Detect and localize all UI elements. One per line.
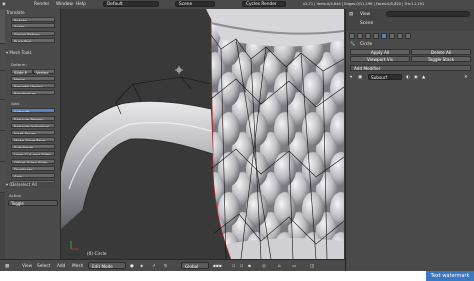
modifier-close-icon[interactable]: ✕ xyxy=(464,75,468,80)
layer-icon[interactable]: ▪▪▪ xyxy=(213,264,222,269)
outliner-scene-item[interactable]: Scene xyxy=(360,21,373,26)
scene-props-icon[interactable] xyxy=(357,33,363,39)
3d-viewport[interactable]: Right Ortho xyxy=(61,9,344,259)
menu-mesh[interactable]: Mesh xyxy=(72,264,83,269)
menu-help[interactable]: Help xyxy=(76,2,86,7)
active-object-label: (0) Circle xyxy=(87,252,107,257)
mesh-render xyxy=(61,9,344,259)
render-icon[interactable]: ◫ xyxy=(310,264,314,269)
mesh-tools-label: Mesh Tools xyxy=(9,50,32,55)
menu-add[interactable]: Add xyxy=(57,264,65,269)
push-pull-button[interactable]: Push/Pull xyxy=(11,38,55,43)
extrude-region-button[interactable]: Extrude Region xyxy=(11,116,55,121)
scene-stats: v2.71 | Verts:0/4,844 | Edges:0/11,196 |… xyxy=(303,2,425,6)
3d-view-header: ▦ View Select Add Mesh Edit Mode ● ◈ ↗ ↻… xyxy=(0,259,345,271)
tool-shelf: Translate Rotate Scale Shrink/Fatten Pus… xyxy=(5,9,61,265)
world-props-icon[interactable] xyxy=(365,33,371,39)
duplicate-button[interactable]: Duplicate xyxy=(11,166,55,171)
make-edge-face-button[interactable]: Make Edge/Face xyxy=(11,137,55,142)
last-operator-label: (De)select All xyxy=(9,182,37,187)
transform-label: Translate xyxy=(6,10,25,15)
last-operator-header[interactable]: ▾ (De)select All xyxy=(6,182,58,188)
modifier-name-field[interactable]: Subsurf xyxy=(368,74,402,80)
blender-icon[interactable]: ◉ xyxy=(2,2,6,7)
text-watermark: Text watermark xyxy=(426,271,474,281)
object-name-label: Circle xyxy=(360,42,373,47)
mesh-tools-header[interactable]: ▾ Mesh Tools xyxy=(6,50,58,56)
manipulator-icon[interactable]: ↗ xyxy=(152,264,156,269)
action-label: Action xyxy=(9,193,22,198)
menu-render[interactable]: Render xyxy=(34,2,49,7)
outliner-type-icon[interactable]: ▤ xyxy=(349,12,353,17)
menu-window[interactable]: Window xyxy=(56,2,73,7)
vertex-select-icon[interactable]: ▫ xyxy=(232,264,235,269)
snap-icon[interactable]: ⌂ xyxy=(278,264,281,269)
deform-label: Deform: xyxy=(11,62,27,67)
editor-type-icon[interactable]: ▦ xyxy=(5,264,9,269)
smooth-vertex-button[interactable]: Smooth Vertex xyxy=(11,83,55,88)
action-select[interactable]: Toggle xyxy=(8,200,58,206)
slide-vertex-button[interactable]: Vertex xyxy=(33,69,55,75)
outliner-view-menu[interactable]: View xyxy=(360,12,370,17)
modifier-collapse-icon[interactable]: ▾ xyxy=(350,75,352,80)
add-modifier-dropdown[interactable]: Add Modifier xyxy=(350,65,471,71)
inset-faces-button[interactable]: Inset Faces xyxy=(11,130,55,135)
texture-props-icon[interactable] xyxy=(405,33,411,39)
blender-window: ◉ Render Window Help Default Scene Cycle… xyxy=(0,0,474,271)
add-label: Add: xyxy=(11,101,20,106)
properties-editor: 🔧 Circle Apply All Delete All Viewport V… xyxy=(345,31,474,271)
subdivide-button[interactable]: Subdivide xyxy=(11,144,55,149)
layout-selector[interactable]: Default xyxy=(103,1,159,7)
render-props-icon[interactable] xyxy=(349,33,355,39)
toggle-stack-button[interactable]: Toggle Stack xyxy=(411,56,471,62)
transform-header[interactable]: Translate xyxy=(6,10,58,16)
extrude-button[interactable]: Extrude xyxy=(11,108,55,113)
apply-all-button[interactable]: Apply All xyxy=(350,49,410,55)
modifier-viewport-icon[interactable]: ◉ xyxy=(414,75,418,80)
subsurf-icon: ▣ xyxy=(358,75,363,80)
scene-selector[interactable]: Scene xyxy=(175,1,215,7)
delete-all-button[interactable]: Delete All xyxy=(411,49,471,55)
orientation-selector[interactable]: Global xyxy=(181,262,209,269)
data-props-icon[interactable] xyxy=(389,33,395,39)
offset-edge-slide-button[interactable]: Offset Edge Slide xyxy=(11,159,55,164)
noise-button[interactable]: Noise xyxy=(11,76,55,81)
face-select-icon[interactable]: ▪ xyxy=(248,264,251,269)
viewport-vis-button[interactable]: Viewport Vis xyxy=(350,56,410,62)
object-props-icon[interactable] xyxy=(373,33,379,39)
modifier-editmode-icon[interactable]: ▲ xyxy=(422,75,425,80)
mode-selector[interactable]: Edit Mode xyxy=(88,262,126,269)
slide-edge-button[interactable]: Slide E xyxy=(11,69,33,75)
shrink-fatten-button[interactable]: Shrink/Fatten xyxy=(11,31,55,36)
rotate-button[interactable]: Rotate xyxy=(11,17,55,22)
loop-cut-button[interactable]: Loop Cut and Slide xyxy=(11,151,55,156)
menu-select[interactable]: Select xyxy=(37,264,50,269)
modifier-props-icon[interactable] xyxy=(381,33,387,39)
modifier-render-icon[interactable]: ◐ xyxy=(406,75,410,80)
snap-target-icon[interactable]: ▭ xyxy=(292,264,296,269)
render-engine-selector[interactable]: Cycles Render xyxy=(242,1,286,7)
rotate-manipulator-icon[interactable]: ↻ xyxy=(164,264,168,269)
menu-view[interactable]: View xyxy=(22,264,32,269)
shading-icon[interactable]: ● xyxy=(130,264,134,269)
extrude-individual-button[interactable]: Extrude Individual xyxy=(11,123,55,128)
pivot-icon[interactable]: ◈ xyxy=(140,264,143,269)
wrench-icon: 🔧 xyxy=(350,42,356,47)
spin-button[interactable]: Spin xyxy=(11,173,55,178)
edge-select-icon[interactable]: ▫ xyxy=(240,264,243,269)
scale-button[interactable]: Scale xyxy=(11,23,55,28)
randomize-button[interactable]: Randomize xyxy=(11,90,55,95)
outliner: ▤ View Scene xyxy=(345,9,474,31)
material-props-icon[interactable] xyxy=(397,33,403,39)
proportional-edit-icon[interactable]: ◎ xyxy=(262,264,266,269)
outliner-search-input[interactable] xyxy=(386,11,470,17)
